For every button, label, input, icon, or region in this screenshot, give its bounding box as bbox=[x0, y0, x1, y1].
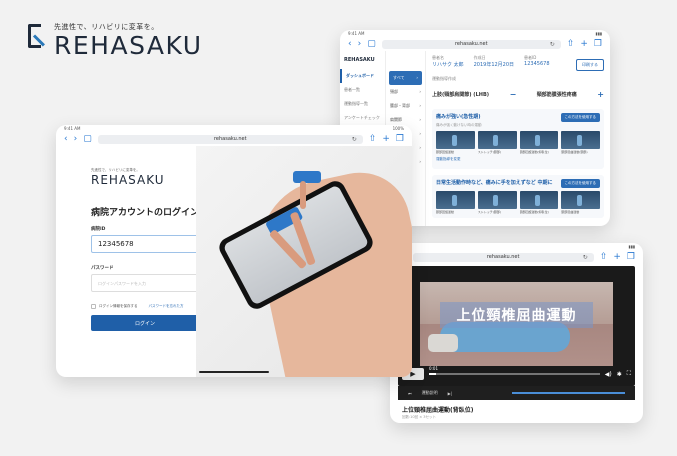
login-heading: 病院アカウントのログイン bbox=[91, 208, 200, 218]
remember-checkbox[interactable] bbox=[91, 304, 96, 309]
minus-icon[interactable]: − bbox=[510, 90, 517, 99]
hospital-id-label: 病院ID bbox=[91, 227, 106, 232]
url-bar[interactable]: rehasaku.net ↻ bbox=[97, 134, 363, 144]
sidebar-item-patients[interactable]: 患者一覧 bbox=[340, 83, 385, 97]
login-button[interactable]: ログイン bbox=[91, 315, 199, 331]
share-icon[interactable]: ⇧ bbox=[600, 252, 608, 262]
forward-icon[interactable]: › bbox=[74, 134, 78, 144]
new-tab-icon[interactable]: + bbox=[613, 252, 621, 262]
use-method-button[interactable]: この方法を使用する bbox=[560, 113, 600, 122]
sidebar-logo: REHASAKU bbox=[344, 57, 375, 63]
book-icon[interactable]: ▢ bbox=[367, 39, 376, 49]
volume-icon[interactable]: ◀) bbox=[605, 371, 612, 378]
battery-icon: ▮▮▮ bbox=[595, 31, 602, 36]
status-bar: 9:41 AM 100% bbox=[64, 126, 404, 131]
print-button[interactable]: 印刷する bbox=[576, 59, 604, 71]
volume-slider[interactable] bbox=[512, 392, 625, 394]
sidebar-item-surveys[interactable]: アンケートチェック bbox=[340, 111, 385, 125]
section-label: 運動指導作成 bbox=[432, 76, 456, 81]
video-player[interactable]: 上位頸椎屈曲運動 0:01 ▶ ◀) ✱ ⛶ bbox=[398, 266, 635, 386]
brand-name: REHASAKU bbox=[54, 31, 203, 60]
forward-icon[interactable]: › bbox=[358, 39, 362, 49]
tabs-icon[interactable]: ❐ bbox=[594, 39, 602, 49]
plus-icon[interactable]: + bbox=[597, 90, 604, 99]
tabs-icon[interactable]: ❐ bbox=[627, 252, 635, 262]
exercise-thumbnail[interactable]: 頸部屈曲運動 bbox=[561, 191, 600, 214]
settings-icon[interactable]: ✱ bbox=[617, 371, 622, 378]
exercise-card: 痛みが強い(急性期) この方法を使用する 痛みが強く動けない時の運動 頸部回旋運動… bbox=[432, 109, 604, 169]
login-form: 先進性で、リハビリに変革を。 REHASAKU 病院アカウントのログイン 病院I… bbox=[56, 146, 200, 377]
category-item[interactable]: 腰部・背部 › bbox=[386, 99, 425, 113]
reload-icon[interactable]: ↻ bbox=[352, 136, 357, 143]
battery-icon: ▮▮▮ bbox=[628, 244, 635, 249]
status-bar: 9:41 AM ▮▮▮ bbox=[348, 31, 602, 36]
exercise-thumbnail[interactable]: 頸部回旋運動(仰臥位) bbox=[519, 191, 559, 214]
use-method-button[interactable]: この方法を使用する bbox=[560, 179, 600, 188]
prev-icon[interactable]: ⏮ bbox=[408, 391, 412, 396]
exercise-thumbnail[interactable]: 頸部回旋運動(仰臥位) bbox=[519, 131, 559, 154]
exercise-caption: 上位頸椎屈曲運動(背臥位) bbox=[402, 407, 474, 414]
url-bar[interactable]: rehasaku.net ↻ bbox=[381, 39, 561, 49]
category-item[interactable]: 頸部 › bbox=[386, 85, 425, 99]
change-link[interactable]: 運動指導を変更 bbox=[436, 157, 600, 162]
status-bar: ▮▮▮ bbox=[390, 243, 643, 250]
playback-toolbar: ⏮ 運動説明 ▶| bbox=[398, 386, 635, 400]
password-input[interactable]: ログインパスワードを入力 bbox=[91, 274, 199, 292]
exercise-thumbnail[interactable]: ストレッチ(頸部) bbox=[477, 131, 517, 154]
share-icon[interactable]: ⇧ bbox=[567, 39, 575, 49]
reload-icon[interactable]: ↻ bbox=[550, 41, 555, 48]
hospital-id-input[interactable]: 12345678 bbox=[91, 235, 199, 253]
brand-logo: 先進性で、リハビリに変革を。 REHASAKU bbox=[28, 22, 203, 58]
tabs-icon[interactable]: ❐ bbox=[396, 134, 404, 144]
new-tab-icon[interactable]: + bbox=[382, 134, 390, 144]
rehasaku-logo-icon bbox=[28, 24, 48, 52]
sidebar-item-exercises[interactable]: 運動指導一覧 bbox=[340, 97, 385, 111]
exercise-thumbnail[interactable]: 頸部回旋運動 bbox=[436, 131, 475, 154]
sidebar-item-dashboard[interactable]: ダッシュボード bbox=[340, 69, 385, 83]
exercise-thumbnail[interactable]: 頸部屈曲運動(頸部) bbox=[561, 131, 600, 154]
video-tablet: ▮▮▮ ▢ rehasaku.net↻ ⇧ + ❐ 上位頸椎屈曲運動 0:01 … bbox=[390, 243, 643, 423]
reload-icon[interactable]: ↻ bbox=[583, 254, 588, 261]
exercise-thumbnail[interactable]: 頸部回旋運動 bbox=[436, 191, 475, 214]
book-icon[interactable]: ▢ bbox=[83, 134, 92, 144]
forgot-password-link[interactable]: パスワードを忘れた方 bbox=[149, 304, 184, 309]
login-tablet: 9:41 AM 100% ‹ › ▢ rehasaku.net ↻ ⇧ + ❐ 先進… bbox=[56, 125, 412, 377]
login-logo: 先進性で、リハビリに変革を。 REHASAKU bbox=[91, 168, 165, 187]
back-icon[interactable]: ‹ bbox=[348, 39, 352, 49]
home-indicator bbox=[199, 371, 269, 373]
exercise-thumbnail[interactable]: ストレッチ(頸部) bbox=[477, 191, 517, 214]
exercise-reps: 回数:10回 × 3セット bbox=[402, 415, 437, 419]
dashboard-main: 患者名 リハサク 太郎 作成日 2019年12月20日 患者ID 12345678 印… bbox=[426, 51, 610, 226]
back-icon[interactable]: ‹ bbox=[64, 134, 68, 144]
hand-phone-photo bbox=[196, 146, 412, 377]
password-label: パスワード bbox=[91, 266, 114, 271]
remember-label: ログイン情報を保存する bbox=[99, 304, 138, 308]
body-part-row: 上肢(頸部肩関節) (LHB) − 頸部筋膜張性疼痛 + bbox=[432, 90, 604, 99]
video-title: 上位頸椎屈曲運動 bbox=[440, 302, 593, 328]
new-tab-icon[interactable]: + bbox=[580, 39, 588, 49]
video-progress[interactable] bbox=[429, 373, 600, 375]
next-icon[interactable]: ▶| bbox=[448, 391, 452, 396]
url-bar[interactable]: rehasaku.net ↻ bbox=[412, 252, 594, 262]
exercise-card: 日常生活動作時など、痛みに手を加えずなど 中期に この方法を使用する 頸部回旋運動… bbox=[432, 175, 604, 218]
category-item[interactable]: すべて › bbox=[389, 71, 422, 85]
fullscreen-icon[interactable]: ⛶ bbox=[627, 370, 631, 378]
share-icon[interactable]: ⇧ bbox=[369, 134, 377, 144]
